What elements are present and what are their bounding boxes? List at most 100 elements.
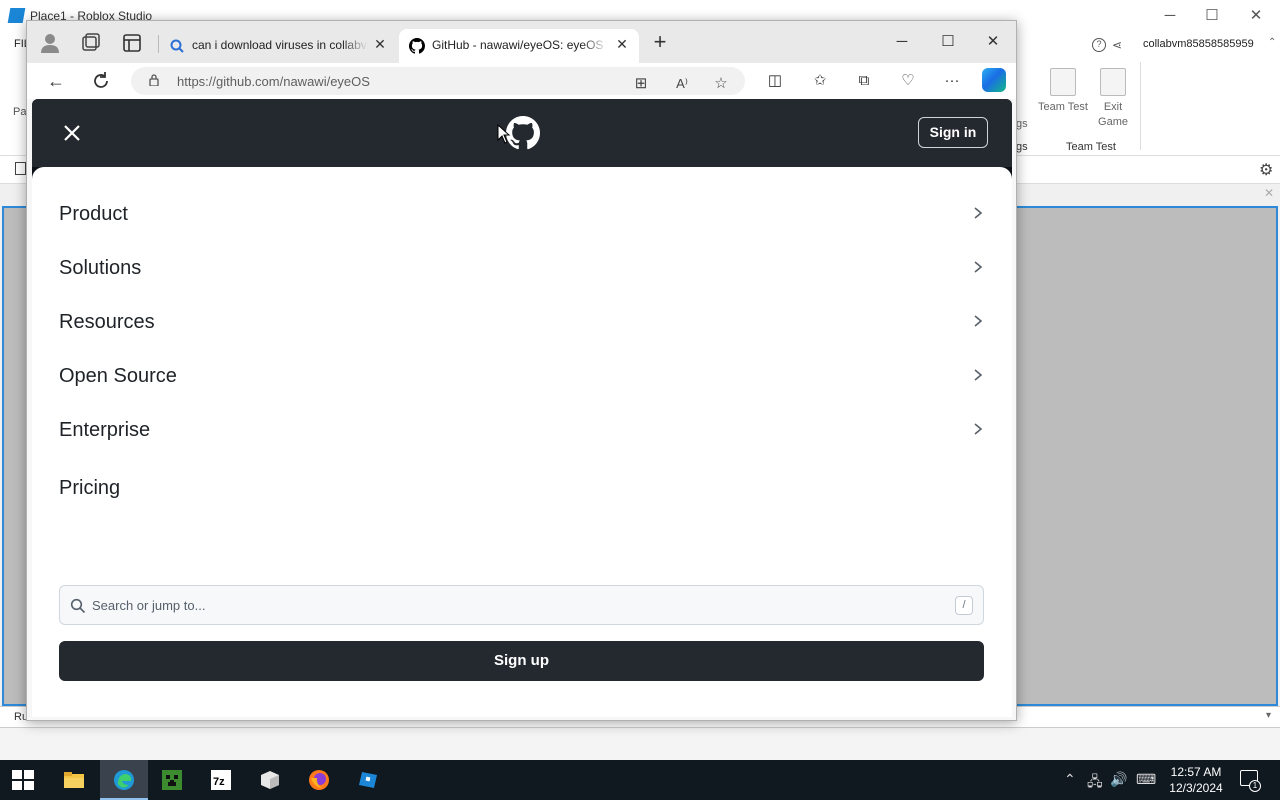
chevron-right-icon [974,369,983,381]
maximize-button[interactable]: ☐ [935,31,961,53]
more-options-icon[interactable]: ··· [941,70,963,92]
browser-essentials-icon[interactable]: ♡ [897,70,919,92]
chevron-right-icon [974,423,983,435]
chevron-right-icon [974,207,983,219]
edge-browser-window: can i download viruses in collabvm ✕ Git… [26,20,1017,721]
menu-item-label: Pricing [59,477,121,499]
tab-strip: can i download viruses in collabvm ✕ Git… [27,21,1016,63]
roblox-studio-taskbar-icon[interactable] [344,760,392,800]
search-input[interactable]: Search or jump to... / [59,585,984,625]
edge-icon[interactable] [100,760,148,800]
menu-item-resources[interactable]: Resources [59,300,985,344]
close-tab-icon[interactable]: ✕ [371,35,389,53]
studio-partial-group-label: gs [1016,141,1028,153]
favorite-star-icon[interactable]: ☆ [710,73,732,95]
chevron-down-icon[interactable]: ▾ [1266,710,1271,721]
read-aloud-icon[interactable]: A⁾ [671,73,693,95]
menu-item-product[interactable]: Product [59,192,985,236]
tab-actions-icon[interactable] [120,31,144,55]
studio-partial-label: Pa [13,106,27,118]
refresh-icon[interactable] [89,69,113,93]
menu-item-open-source[interactable]: Open Source [59,354,985,398]
system-clock[interactable]: 12:57 AM 12/3/2024 [1162,764,1230,796]
studio-partial-tool-label: gs [1016,118,1028,130]
studio-close-button[interactable]: ✕ [1243,6,1269,26]
address-bar[interactable]: https://github.com/nawawi/eyeOS ⊞ A⁾ ☆ [131,67,745,95]
chevron-up-icon[interactable]: ⌃ [1268,37,1276,48]
studio-output-area [0,728,1280,760]
tab-title: GitHub - nawawi/eyeOS: eyeOS v [432,38,608,52]
network-icon[interactable]: 🖧 [1087,771,1103,795]
search-icon [70,598,86,614]
minimize-button[interactable]: ─ [889,31,915,53]
split-screen-icon[interactable]: ◫ [764,70,786,92]
sign-up-button[interactable]: Sign up [59,641,984,681]
close-menu-icon[interactable] [58,119,86,147]
browser-toolbar: ← https://github.com/nawawi/eyeOS ⊞ A⁾ ☆… [27,63,1016,99]
chevron-up-icon[interactable]: ⌃ [1064,771,1076,788]
lock-icon[interactable] [149,74,159,86]
chevron-right-icon [974,261,983,273]
menu-item-pricing[interactable]: Pricing [59,466,985,510]
exit-game-label: Exit Game [1098,101,1128,128]
exit-game-icon [1100,68,1126,96]
studio-minimize-button[interactable]: ─ [1157,6,1183,26]
github-favicon-icon [409,38,425,54]
team-test-icon [1050,68,1076,96]
help-icon[interactable]: ? [1092,38,1106,52]
7zip-icon[interactable]: 7z [197,760,245,800]
chevron-right-icon [974,315,983,327]
volume-icon[interactable]: 🔊 [1110,771,1127,788]
close-icon[interactable]: ✕ [1264,186,1274,200]
studio-username[interactable]: collabvm85858585959 [1143,38,1254,50]
box-app-icon[interactable] [246,760,294,800]
close-tab-icon[interactable]: ✕ [613,35,631,53]
github-header: Sign in [32,99,1012,167]
roblox-studio-icon [7,8,26,23]
firefox-icon[interactable] [295,760,343,800]
share-icon[interactable]: ⋖ [1112,38,1122,52]
url-text[interactable]: https://github.com/nawawi/eyeOS [177,74,370,89]
menu-item-label: Product [59,203,128,225]
exit-game-button[interactable]: Exit Game [1088,68,1138,130]
favorites-icon[interactable]: ✩ [809,70,831,92]
document-icon[interactable] [15,162,26,175]
search-placeholder: Search or jump to... [92,598,206,613]
sign-in-button[interactable]: Sign in [918,117,988,148]
profile-icon[interactable] [38,31,62,55]
workspaces-icon[interactable] [79,31,103,55]
search-shortcut-key: / [955,596,973,615]
tab-title: can i download viruses in collabvm [192,38,368,52]
file-explorer-icon[interactable] [50,760,98,800]
team-test-button[interactable]: Team Test [1038,68,1088,115]
team-test-label: Team Test [1038,101,1088,113]
new-tab-button[interactable]: + [648,31,672,55]
taskbar: 7z ⌃ 🖧 🔊 ⌨ 12:57 AM 12/3/2024 1 [0,760,1280,800]
github-logo-icon[interactable] [506,116,540,150]
menu-item-label: Enterprise [59,419,151,441]
menu-item-label: Solutions [59,257,142,279]
notification-count: 1 [1249,780,1261,792]
studio-maximize-button[interactable]: ☐ [1199,6,1225,26]
github-nav-menu: Product Solutions Resources Open Source … [32,167,1012,717]
back-arrow-icon[interactable]: ← [44,69,68,93]
gear-icon[interactable]: ⚙ [1259,160,1273,180]
menu-item-solutions[interactable]: Solutions [59,246,985,290]
close-window-button[interactable]: ✕ [980,31,1006,53]
clock-date: 12/3/2024 [1169,781,1223,795]
windows-start-icon[interactable] [12,770,34,790]
svg-text:7z: 7z [213,776,225,788]
team-test-group-label: Team Test [1066,141,1116,153]
copilot-icon[interactable] [982,68,1006,92]
menu-item-label: Resources [59,311,155,333]
menu-item-label: Open Source [59,365,177,387]
collections-icon[interactable]: ⧉ [853,70,875,92]
tab-github[interactable]: GitHub - nawawi/eyeOS: eyeOS v ✕ [399,29,639,63]
github-page: Sign in Product Solutions Resources Open… [32,99,1012,717]
menu-item-enterprise[interactable]: Enterprise [59,408,985,452]
minecraft-icon[interactable] [148,760,196,800]
tab-search[interactable]: can i download viruses in collabvm ✕ [159,29,397,63]
apps-icon[interactable]: ⊞ [630,73,652,95]
keyboard-icon[interactable]: ⌨ [1136,771,1156,788]
clock-time: 12:57 AM [1170,765,1222,779]
